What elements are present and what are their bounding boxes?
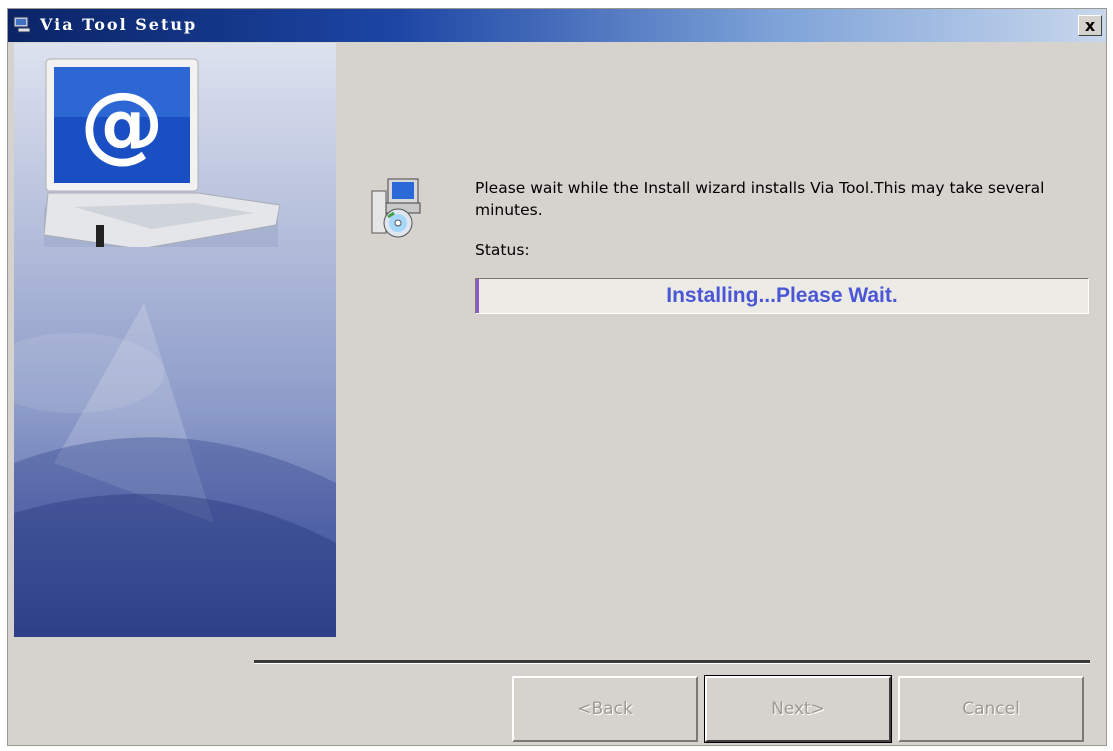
- title-bar[interactable]: Via Tool Setup x: [8, 9, 1106, 42]
- install-progress-bar: Installing...Please Wait.: [475, 278, 1089, 314]
- close-icon: x: [1084, 16, 1096, 35]
- progress-text: Installing...Please Wait.: [666, 284, 898, 307]
- svg-text:@: @: [80, 74, 164, 172]
- setup-app-icon: [13, 16, 31, 33]
- setup-computer-disc-icon: [371, 178, 421, 238]
- close-button[interactable]: x: [1078, 15, 1102, 36]
- window-title: Via Tool Setup: [40, 15, 198, 34]
- laptop-email-icon: @: [44, 58, 281, 247]
- install-message: Please wait while the Install wizard ins…: [475, 179, 1045, 219]
- button-separator: [254, 660, 1090, 664]
- back-button[interactable]: <Back: [512, 676, 698, 742]
- cancel-button[interactable]: Cancel: [898, 676, 1084, 742]
- next-button[interactable]: Next>: [704, 675, 892, 743]
- setup-window: Via Tool Setup x @ Please wait while the…: [7, 8, 1107, 746]
- status-label: Status:: [475, 241, 530, 259]
- wizard-side-panel: @: [14, 43, 336, 637]
